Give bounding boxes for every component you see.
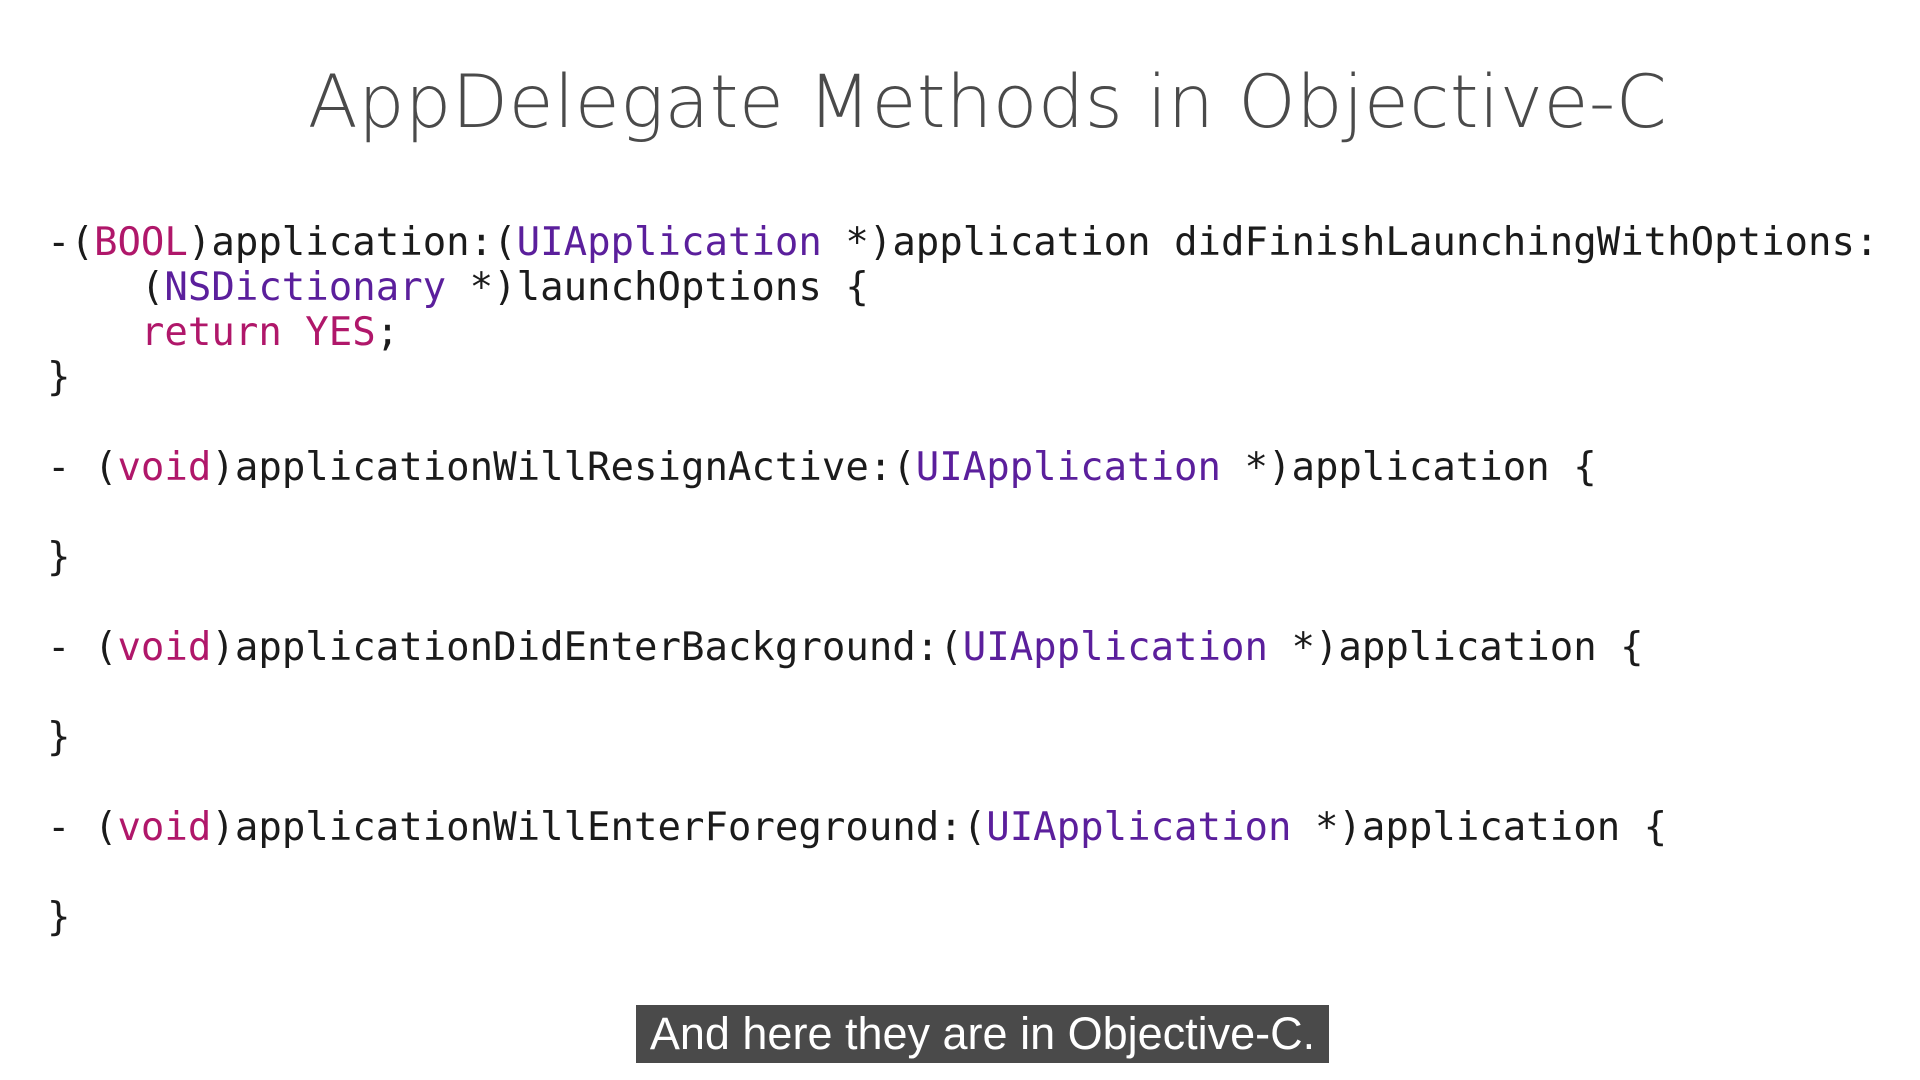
code-keyword: void xyxy=(117,625,212,670)
code-line: (NSDictionary *)launchOptions { xyxy=(47,265,1878,310)
code-text: )application:( xyxy=(187,220,517,265)
code-text: - ( xyxy=(47,805,118,850)
caption-bar: And here they are in Objective-C. xyxy=(0,1005,1920,1063)
code-type-name: UIApplication xyxy=(986,805,1292,850)
code-line: - (void)applicationWillResignActive:(UIA… xyxy=(47,445,1878,490)
code-text: *)launchOptions { xyxy=(446,265,869,310)
code-line: } xyxy=(47,715,1878,760)
code-type-name: UIApplication xyxy=(962,625,1268,670)
code-text: )applicationWillEnterForeground:( xyxy=(211,805,987,850)
code-text: *)application { xyxy=(1291,805,1668,850)
code-block: -(BOOL)application:(UIApplication *)appl… xyxy=(47,220,1878,940)
code-type-name: UIApplication xyxy=(516,220,822,265)
code-text: -( xyxy=(47,220,94,265)
code-text: )applicationDidEnterBackground:( xyxy=(211,625,963,670)
code-line: } xyxy=(47,895,1878,940)
code-text: - ( xyxy=(47,445,118,490)
code-text: *)application { xyxy=(1267,625,1644,670)
code-keyword: YES xyxy=(305,310,376,355)
code-line: -(BOOL)application:(UIApplication *)appl… xyxy=(47,220,1878,265)
code-text: *)application didFinishLaunchingWithOpti… xyxy=(821,220,1879,265)
code-type-name: NSDictionary xyxy=(164,265,447,310)
code-text: *)application { xyxy=(1221,445,1597,490)
code-text: } xyxy=(47,535,71,580)
code-keyword: void xyxy=(117,805,212,850)
code-text: } xyxy=(47,895,71,940)
code-type-name: UIApplication xyxy=(915,445,1222,490)
code-keyword: BOOL xyxy=(93,220,188,265)
slide: AppDelegate Methods in Objective-C -(BOO… xyxy=(0,0,1920,1080)
code-line: return YES; xyxy=(47,310,1878,355)
code-line: } xyxy=(47,535,1878,580)
code-text: ( xyxy=(47,265,165,310)
code-text: } xyxy=(47,715,71,760)
code-line: - (void)applicationDidEnterBackground:(U… xyxy=(47,625,1878,670)
subtitle-caption: And here they are in Objective-C. xyxy=(635,1005,1330,1063)
code-keyword: void xyxy=(117,445,212,490)
code-text: - ( xyxy=(47,625,118,670)
slide-title: AppDelegate Methods in Objective-C xyxy=(307,60,1668,145)
code-text: )applicationWillResignActive:( xyxy=(211,445,916,490)
code-text: ; xyxy=(375,310,400,355)
code-keyword: return xyxy=(140,310,282,355)
code-line: - (void)applicationWillEnterForeground:(… xyxy=(47,805,1878,850)
code-text: } xyxy=(47,355,71,400)
code-line: } xyxy=(47,355,1878,400)
